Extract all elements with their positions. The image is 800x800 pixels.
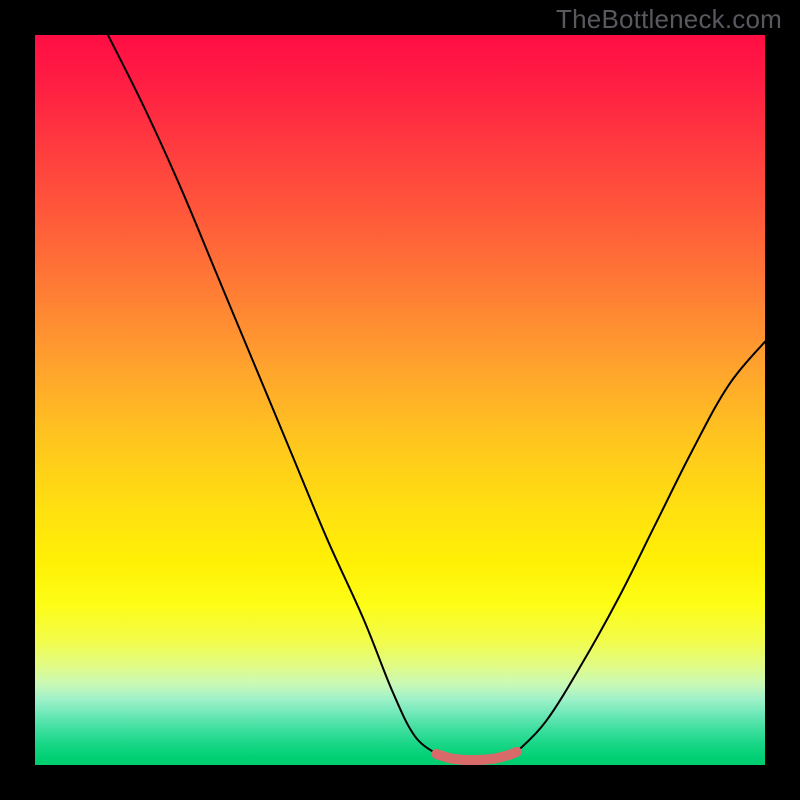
plateau-path: [437, 752, 517, 760]
curve-left-path: [108, 35, 437, 754]
watermark-text: TheBottleneck.com: [556, 4, 782, 35]
plot-area: [35, 35, 765, 765]
curve-right-path: [517, 342, 765, 752]
chart-svg: [35, 35, 765, 765]
chart-container: TheBottleneck.com: [0, 0, 800, 800]
